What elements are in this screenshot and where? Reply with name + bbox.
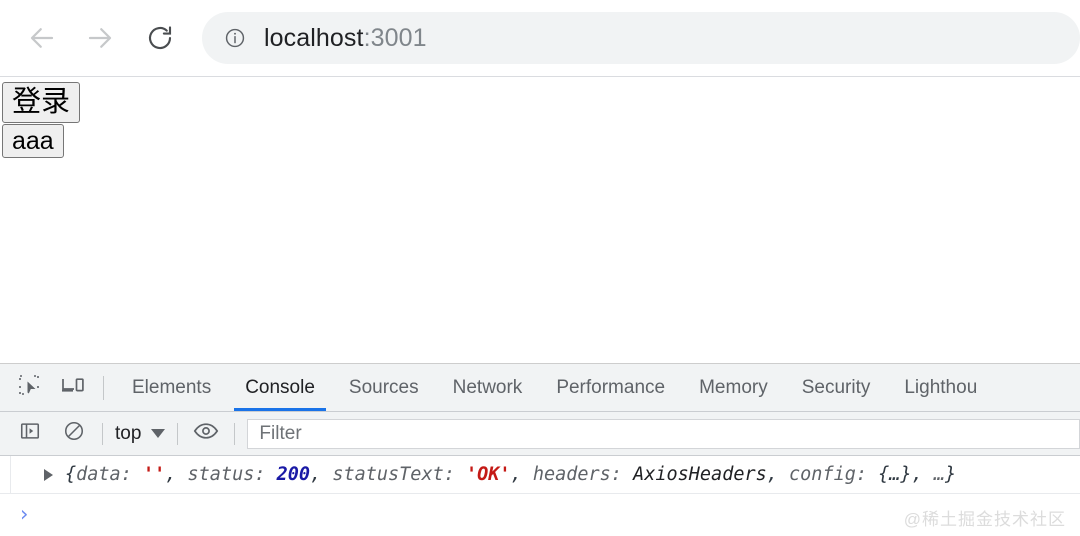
console-toolbar: top Filter	[0, 412, 1080, 456]
tab-performance[interactable]: Performance	[539, 364, 682, 411]
toolbar-divider	[177, 422, 179, 445]
log-key-data: data:	[76, 464, 143, 485]
execution-context-value: top	[115, 422, 142, 444]
log-open-brace: {	[65, 464, 77, 485]
device-toolbar-button[interactable]	[54, 369, 92, 407]
console-message-row[interactable]: {data: '', status: 200, statusText: 'OK'…	[0, 456, 1080, 494]
message-gutter	[10, 456, 11, 493]
filter-input[interactable]: Filter	[247, 418, 1080, 449]
tab-elements[interactable]: Elements	[115, 364, 228, 411]
log-sep-2: ,	[310, 464, 333, 485]
tab-network[interactable]: Network	[436, 364, 540, 411]
log-key-statustext: statusText:	[332, 464, 466, 485]
log-sep-1: ,	[165, 464, 188, 485]
chevron-down-icon	[151, 429, 166, 438]
clear-console-icon	[63, 420, 85, 447]
address-bar[interactable]: localhost:3001	[202, 12, 1080, 64]
log-value-config[interactable]: {…}	[878, 464, 911, 485]
page-viewport: 登录 aaa	[0, 77, 1080, 363]
back-button[interactable]	[18, 14, 66, 62]
filter-placeholder: Filter	[259, 422, 302, 444]
aaa-button[interactable]: aaa	[2, 124, 64, 159]
log-key-headers: headers:	[532, 464, 634, 485]
log-ellipsis: …	[933, 464, 945, 485]
log-key-status: status:	[187, 464, 277, 485]
console-sidebar-icon	[19, 420, 41, 447]
url-host: localhost	[264, 23, 364, 52]
device-toolbar-icon	[60, 373, 86, 402]
log-sep-5: ,	[911, 464, 934, 485]
watermark: @稀土掘金技术社区	[903, 510, 1066, 529]
arrow-left-icon	[27, 23, 57, 53]
inspect-element-button[interactable]	[10, 369, 48, 407]
log-sep-4: ,	[766, 464, 790, 485]
eye-icon	[193, 420, 219, 447]
forward-button[interactable]	[76, 14, 124, 62]
tab-console[interactable]: Console	[228, 364, 332, 411]
tab-lighthouse[interactable]: Lighthou	[887, 364, 994, 411]
log-key-config: config:	[789, 464, 879, 485]
reload-icon	[145, 23, 175, 53]
tab-memory[interactable]: Memory	[682, 364, 785, 411]
toolbar-divider	[102, 422, 103, 445]
log-value-data: ''	[142, 464, 166, 485]
log-sep-3: ,	[510, 464, 533, 485]
log-value-statustext: 'OK'	[466, 464, 511, 485]
info-circle-icon[interactable]	[224, 27, 246, 49]
devtools-tabbar: Elements Console Sources Network Perform…	[0, 364, 1080, 412]
reload-button[interactable]	[136, 14, 184, 62]
browser-toolbar: localhost:3001	[0, 0, 1080, 77]
arrow-right-icon	[85, 23, 115, 53]
inspect-element-icon	[17, 373, 41, 402]
url-port: :3001	[363, 23, 427, 52]
toolbar-divider	[103, 375, 104, 400]
live-expression-button[interactable]	[190, 418, 222, 450]
prompt-chevron-icon: ›	[20, 501, 29, 526]
toolbar-divider	[234, 422, 236, 445]
log-close-brace: }	[944, 464, 957, 485]
login-button[interactable]: 登录	[2, 82, 81, 124]
execution-context-dropdown[interactable]: top	[115, 422, 166, 445]
expand-triangle-icon[interactable]	[44, 468, 53, 481]
console-sidebar-button[interactable]	[14, 418, 46, 450]
log-value-headers: AxiosHeaders	[633, 464, 767, 485]
clear-console-button[interactable]	[58, 418, 90, 450]
tab-sources[interactable]: Sources	[332, 364, 436, 411]
console-log-text: {data: '', status: 200, statusText: 'OK'…	[65, 464, 956, 485]
devtools-panel: Elements Console Sources Network Perform…	[0, 363, 1080, 536]
log-value-status: 200	[276, 464, 311, 485]
url-text: localhost:3001	[264, 24, 427, 53]
tab-security[interactable]: Security	[785, 364, 888, 411]
